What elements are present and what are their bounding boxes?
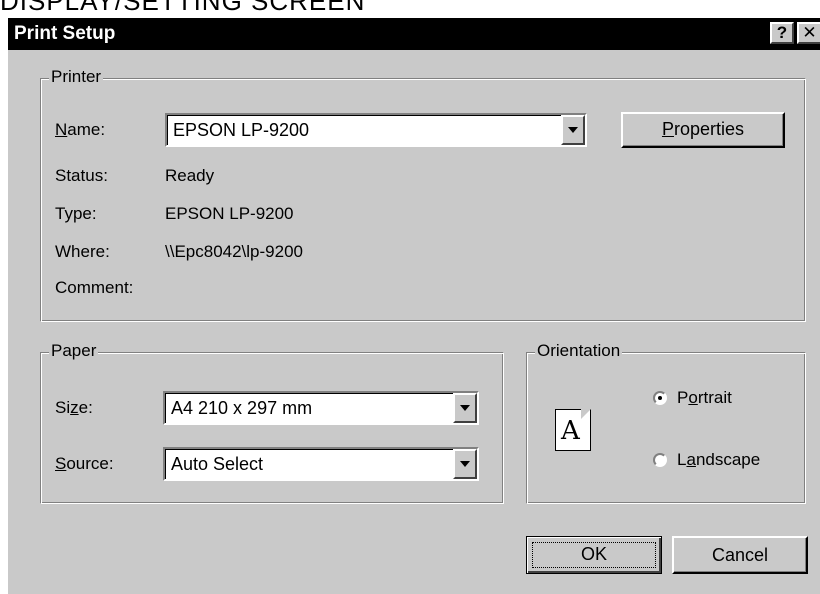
cancel-button[interactable]: Cancel: [672, 536, 808, 574]
page-icon-letter: A: [561, 416, 580, 446]
dialog-title: Print Setup: [14, 23, 116, 44]
type-label: Type:: [55, 204, 97, 223]
paper-size-value: A4 210 x 297 mm: [171, 398, 313, 418]
paper-group-label: Paper: [49, 340, 99, 362]
landscape-label[interactable]: Landscape: [677, 449, 760, 471]
close-button[interactable]: ✕: [797, 22, 820, 44]
chevron-down-icon[interactable]: [453, 449, 477, 479]
help-button[interactable]: ?: [770, 22, 794, 44]
properties-button[interactable]: Properties: [621, 112, 785, 148]
chevron-down-icon[interactable]: [561, 115, 585, 145]
landscape-radio[interactable]: [653, 453, 667, 467]
comment-label: Comment:: [55, 278, 134, 297]
where-label: Where:: [55, 242, 110, 261]
paper-source-value: Auto Select: [171, 454, 264, 474]
paper-group: Paper Size: A4 210 x 297 mm Source: Auto…: [40, 340, 504, 504]
page-caption: DISPLAY/SETTING SCREEN: [0, 0, 366, 16]
printer-group-label: Printer: [49, 66, 104, 88]
portrait-label[interactable]: Portrait: [677, 387, 732, 409]
paper-size-combo[interactable]: A4 210 x 297 mm: [163, 391, 479, 425]
printer-group: Printer Name: EPSON LP-9200 Properties S…: [40, 66, 806, 322]
printer-name-combo[interactable]: EPSON LP-9200: [165, 113, 587, 147]
size-label: Size:: [55, 398, 93, 417]
ok-button[interactable]: OK: [526, 536, 662, 574]
portrait-radio[interactable]: [653, 391, 667, 405]
printer-name-value: EPSON LP-9200: [173, 120, 310, 140]
name-label: Name:: [55, 120, 106, 139]
orientation-group: Orientation A Portrait Landscape: [526, 340, 806, 504]
portrait-page-icon: A: [555, 409, 591, 451]
status-value: Ready: [165, 166, 215, 185]
chevron-down-icon[interactable]: [453, 393, 477, 423]
paper-source-combo[interactable]: Auto Select: [163, 447, 479, 481]
type-value: EPSON LP-9200: [165, 204, 294, 223]
title-bar[interactable]: Print Setup ? ✕: [8, 18, 820, 50]
source-label: Source:: [55, 454, 114, 473]
status-label: Status:: [55, 166, 108, 185]
where-value: \\Epc8042\lp-9200: [165, 242, 303, 261]
cancel-label: Cancel: [711, 545, 769, 565]
print-setup-dialog: Print Setup ? ✕ Printer Name: EPSON LP-9…: [6, 16, 820, 594]
orientation-group-label: Orientation: [535, 340, 623, 362]
